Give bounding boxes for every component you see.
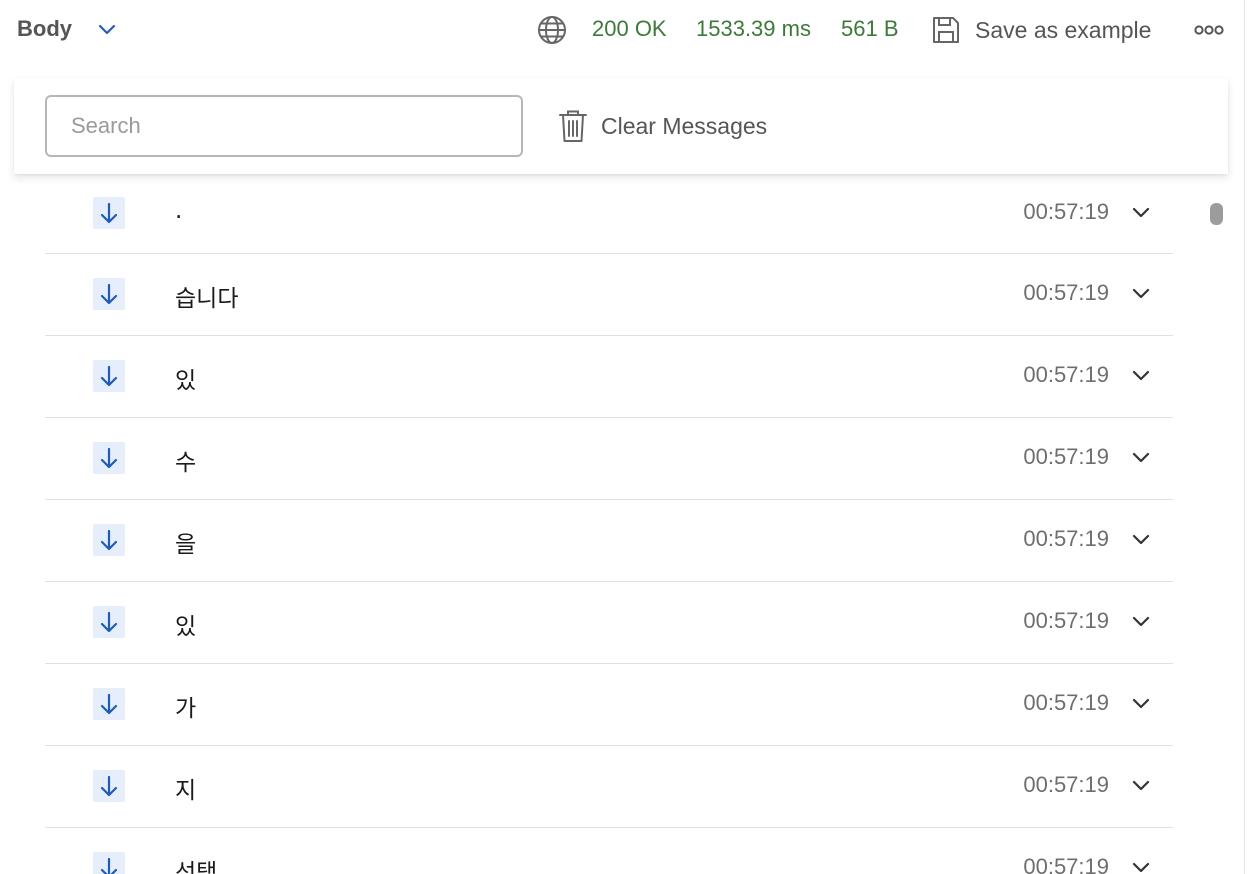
save-as-example-label: Save as example [975, 16, 1152, 43]
received-arrow-icon [93, 442, 125, 474]
message-time: 00:57:19 [1023, 280, 1109, 305]
message-search-panel: Clear Messages [14, 78, 1228, 174]
message-text: . [175, 198, 183, 224]
chevron-down-icon[interactable] [1129, 364, 1153, 388]
chevron-down-icon[interactable] [1129, 774, 1153, 798]
message-list: . 00:57:19 습니다 00:57:19 있 00:57:19 수 00:57:19 을 0… [45, 174, 1173, 874]
message-time: 00:57:19 [1023, 608, 1109, 633]
body-view-label: Body [17, 16, 72, 41]
scrollbar-thumb[interactable] [1210, 203, 1223, 225]
message-row[interactable]: 을 00:57:19 [45, 500, 1173, 582]
save-icon [933, 17, 959, 43]
received-arrow-icon [93, 360, 125, 392]
status-code[interactable]: 200 OK [592, 16, 667, 42]
received-arrow-icon [93, 197, 125, 229]
message-row[interactable]: 가 00:57:19 [45, 664, 1173, 746]
message-row[interactable]: 지 00:57:19 [45, 746, 1173, 828]
clear-messages-button[interactable]: Clear Messages [558, 106, 767, 146]
search-input[interactable] [45, 95, 523, 157]
save-as-example-button[interactable]: Save as example [930, 10, 1151, 50]
chevron-down-icon[interactable] [1129, 446, 1153, 470]
message-text: 지 [175, 778, 197, 804]
chevron-down-icon[interactable] [1129, 692, 1153, 716]
response-toolbar: Body 200 OK 1533.39 ms 561 B Save as exa… [0, 0, 1247, 60]
message-text: 있 [175, 614, 197, 640]
message-time: 00:57:19 [1023, 854, 1109, 874]
message-time: 00:57:19 [1023, 690, 1109, 715]
chevron-down-icon[interactable] [1129, 856, 1153, 874]
message-text: 을 [175, 532, 197, 558]
message-time: 00:57:19 [1023, 444, 1109, 469]
message-row[interactable]: 있 00:57:19 [45, 582, 1173, 664]
globe-icon[interactable] [536, 14, 568, 46]
message-time: 00:57:19 [1023, 772, 1109, 797]
panel-divider [1244, 0, 1245, 874]
chevron-down-icon[interactable] [1129, 610, 1153, 634]
received-arrow-icon [93, 524, 125, 556]
more-options-icon[interactable] [1193, 18, 1225, 42]
message-row[interactable]: 선택 00:57:19 [45, 828, 1173, 874]
message-text: 있 [175, 368, 197, 394]
message-row[interactable]: . 00:57:19 [45, 174, 1173, 254]
message-time: 00:57:19 [1023, 199, 1109, 224]
message-text: 선택 [175, 860, 218, 874]
message-text: 습니다 [175, 286, 239, 312]
message-time: 00:57:19 [1023, 362, 1109, 387]
received-arrow-icon [93, 278, 125, 310]
message-row[interactable]: 있 00:57:19 [45, 336, 1173, 418]
chevron-down-icon[interactable] [1129, 282, 1153, 306]
received-arrow-icon [93, 852, 125, 874]
trash-icon [559, 110, 587, 142]
received-arrow-icon [93, 770, 125, 802]
message-row[interactable]: 수 00:57:19 [45, 418, 1173, 500]
chevron-down-icon[interactable] [95, 18, 119, 42]
message-time: 00:57:19 [1023, 526, 1109, 551]
response-size[interactable]: 561 B [841, 16, 899, 42]
received-arrow-icon [93, 606, 125, 638]
response-time[interactable]: 1533.39 ms [696, 16, 811, 42]
chevron-down-icon[interactable] [1129, 201, 1153, 225]
response-panel: Body 200 OK 1533.39 ms 561 B Save as exa… [0, 0, 1247, 874]
message-text: 가 [175, 696, 197, 722]
chevron-down-icon[interactable] [1129, 528, 1153, 552]
clear-messages-label: Clear Messages [601, 112, 768, 139]
received-arrow-icon [93, 688, 125, 720]
message-row[interactable]: 습니다 00:57:19 [45, 254, 1173, 336]
message-text: 수 [175, 450, 197, 476]
